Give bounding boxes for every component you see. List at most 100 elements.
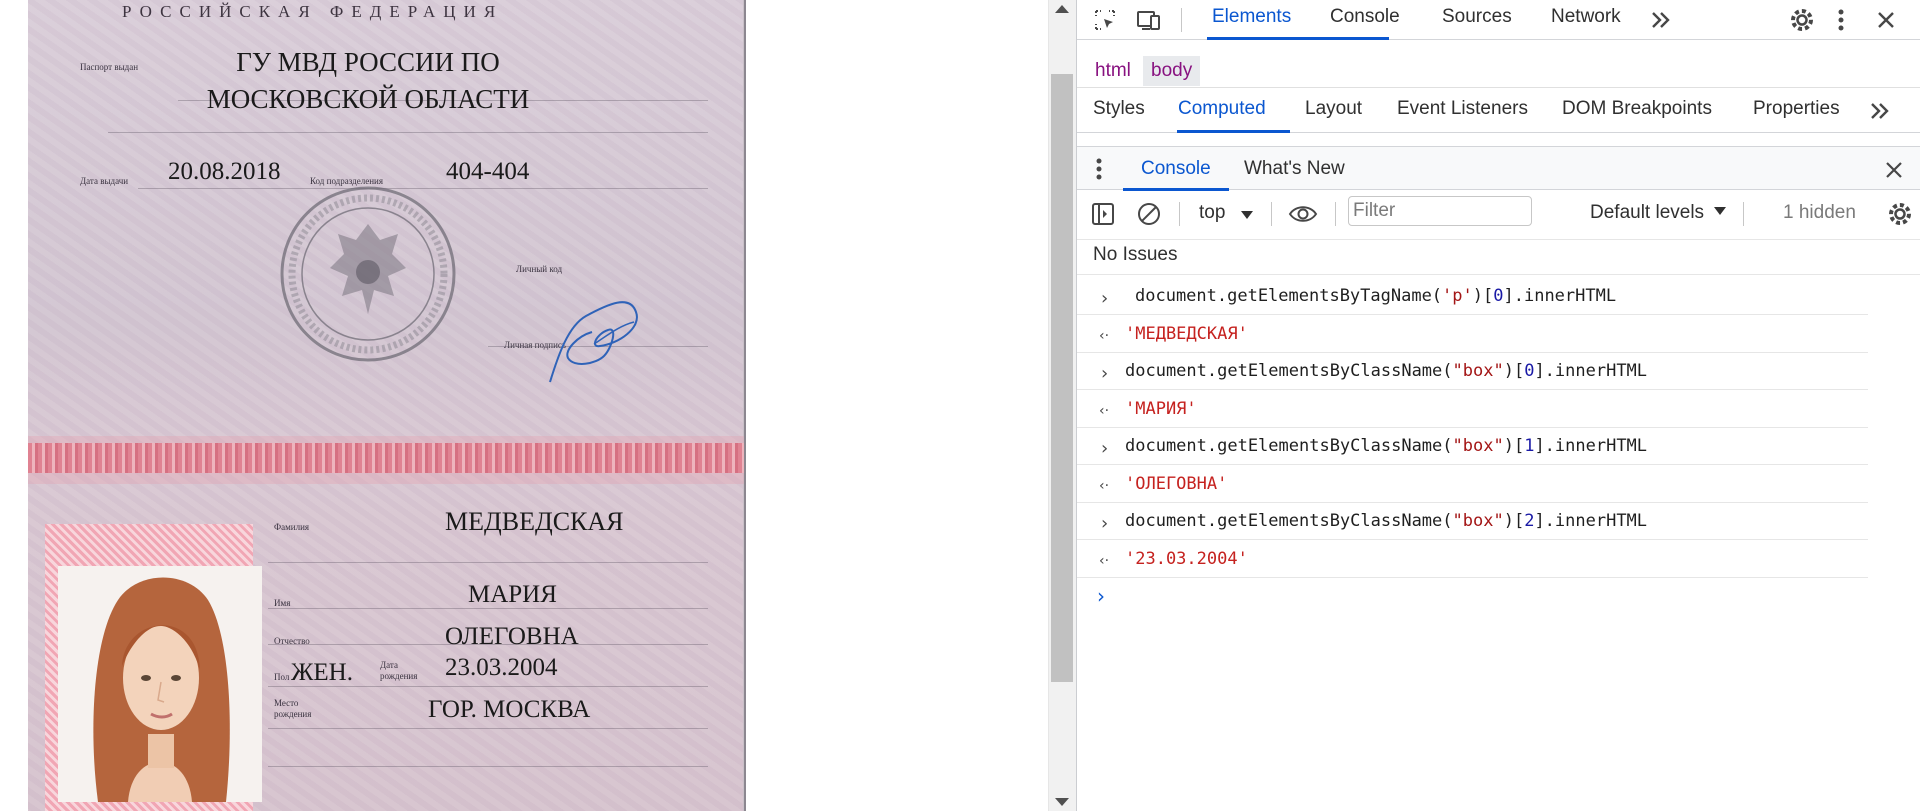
- more-sidebar-tabs-icon[interactable]: [1867, 98, 1893, 124]
- issuer-name: ГУ МВД РОССИИ ПО МОСКОВСКОЙ ОБЛАСТИ: [206, 47, 530, 114]
- breadcrumb-html[interactable]: html: [1087, 56, 1139, 86]
- dob-value: 23.03.2004: [445, 654, 558, 681]
- console-result-line[interactable]: ‹· 'ОЛЕГОВНА': [1077, 466, 1868, 503]
- tab-computed[interactable]: Computed: [1178, 98, 1266, 120]
- context-selector[interactable]: top: [1199, 202, 1225, 224]
- drawer-tab-whats-new[interactable]: What's New: [1244, 147, 1345, 191]
- console-result: '23.03.2004': [1125, 548, 1248, 569]
- console-result-line[interactable]: ‹· 'МЕДВЕДСКАЯ': [1077, 316, 1868, 353]
- toolbar-separator: [1743, 202, 1744, 226]
- sex-label: Пол: [274, 672, 290, 682]
- scrollbar-thumb[interactable]: [1051, 74, 1073, 682]
- issue-date: 20.08.2018: [168, 158, 281, 185]
- console-result: 'МЕДВЕДСКАЯ': [1125, 323, 1248, 344]
- tab-sources[interactable]: Sources: [1442, 0, 1512, 40]
- passport-header: РОССИЙСКАЯ ФЕДЕРАЦИЯ: [122, 2, 504, 21]
- eye-icon[interactable]: [1287, 200, 1319, 228]
- active-sidebar-tab-indicator: [1177, 130, 1290, 133]
- birthplace-label: Место рождения: [274, 698, 312, 719]
- hidden-count: 1 hidden: [1783, 202, 1856, 223]
- passport-scan: РОССИЙСКАЯ ФЕДЕРАЦИЯ Паспорт выдан ГУ МВ…: [28, 0, 746, 811]
- console-command: document.getElementsByTagName('p')[0].in…: [1135, 286, 1617, 306]
- breadcrumb: html body: [1077, 48, 1920, 88]
- dob-line: [268, 686, 708, 687]
- result-chevron-icon: ‹·: [1099, 552, 1110, 569]
- personal-code-label: Личный код: [516, 264, 563, 274]
- devtools-main-toolbar: Elements Console Sources Network: [1077, 0, 1920, 40]
- department-code: 404-404: [446, 158, 530, 185]
- log-levels-selector[interactable]: Default levels: [1590, 202, 1704, 224]
- console-settings-icon[interactable]: [1885, 199, 1915, 229]
- drawer-close-icon[interactable]: [1881, 157, 1907, 183]
- console-command: document.getElementsByClassName("box")[0…: [1125, 361, 1648, 381]
- device-toolbar-icon[interactable]: [1135, 6, 1163, 34]
- surname-value: МЕДВЕДСКАЯ: [445, 507, 624, 536]
- console-result-line[interactable]: ‹· '23.03.2004': [1077, 541, 1868, 578]
- input-chevron-icon: ›: [1101, 513, 1109, 534]
- official-stamp: [280, 186, 456, 362]
- result-chevron-icon: ‹·: [1099, 327, 1110, 344]
- surname-line: [268, 562, 708, 563]
- tab-layout[interactable]: Layout: [1305, 98, 1362, 120]
- console-command: document.getElementsByClassName("box")[2…: [1125, 511, 1648, 531]
- console-result: 'ОЛЕГОВНА': [1125, 473, 1228, 494]
- prompt-caret-icon[interactable]: ›: [1097, 584, 1105, 608]
- tab-network[interactable]: Network: [1551, 0, 1621, 40]
- page-viewport: РОССИЙСКАЯ ФЕДЕРАЦИЯ Паспорт выдан ГУ МВ…: [0, 0, 1048, 811]
- birthplace-value: ГОР. МОСКВА: [428, 696, 591, 723]
- toolbar-separator: [1271, 202, 1272, 226]
- tab-elements[interactable]: Elements: [1212, 0, 1291, 40]
- result-chevron-icon: ‹·: [1099, 477, 1110, 494]
- filter-input[interactable]: [1348, 196, 1532, 226]
- tab-properties[interactable]: Properties: [1753, 98, 1840, 120]
- tab-dom-breakpoints[interactable]: DOM Breakpoints: [1562, 98, 1712, 120]
- toolbar-separator: [1181, 8, 1182, 32]
- inspect-element-icon[interactable]: [1091, 6, 1119, 34]
- holder-photo: [58, 566, 262, 802]
- surname-label: Фамилия: [274, 522, 310, 532]
- tab-console[interactable]: Console: [1330, 0, 1400, 40]
- result-chevron-icon: ‹·: [1099, 402, 1110, 419]
- name-value: МАРИЯ: [468, 581, 557, 608]
- drawer-tab-console[interactable]: Console: [1141, 147, 1211, 191]
- console-toolbar: top Default levels 1 hidden: [1077, 190, 1920, 240]
- console-result-line[interactable]: ‹· 'МАРИЯ': [1077, 391, 1868, 428]
- tab-styles[interactable]: Styles: [1093, 98, 1145, 120]
- issue-date-label: Дата выдачи: [80, 176, 129, 186]
- issued-by-label: Паспорт выдан: [80, 62, 139, 72]
- console-result: 'МАРИЯ': [1125, 398, 1197, 419]
- sidebar-tabs: Styles Computed Layout Event Listeners D…: [1077, 88, 1920, 133]
- scroll-up-arrow-icon[interactable]: [1055, 5, 1069, 13]
- close-icon[interactable]: [1871, 5, 1901, 35]
- drawer-menu-icon[interactable]: [1087, 157, 1111, 181]
- clear-console-icon[interactable]: [1135, 200, 1163, 228]
- active-tab-indicator: [1207, 37, 1389, 40]
- console-input-line[interactable]: › document.getElementsByTagName('p')[0].i…: [1077, 278, 1868, 315]
- sidebar-toggle-icon[interactable]: [1089, 200, 1117, 228]
- more-tabs-icon[interactable]: [1647, 6, 1675, 34]
- input-chevron-icon: ›: [1101, 438, 1109, 459]
- dob-label: Дата рождения: [380, 660, 418, 681]
- console-command: document.getElementsByClassName("box")[1…: [1125, 436, 1648, 456]
- issues-status[interactable]: No Issues: [1093, 244, 1177, 266]
- scroll-down-arrow-icon[interactable]: [1055, 798, 1069, 806]
- page-scrollbar[interactable]: [1048, 0, 1077, 811]
- devtools-panel: Elements Console Sources Network html bo…: [1076, 0, 1920, 811]
- signature: [549, 301, 638, 383]
- dropdown-caret-icon[interactable]: [1241, 211, 1253, 219]
- console-input-line[interactable]: › document.getElementsByClassName("box")[…: [1077, 503, 1868, 540]
- console-input-line[interactable]: › document.getElementsByClassName("box")[…: [1077, 428, 1868, 465]
- issues-divider: [1077, 274, 1920, 275]
- toolbar-separator: [1335, 202, 1336, 226]
- birthplace-line: [268, 728, 708, 729]
- page-fold-stripe: [28, 443, 744, 473]
- tab-event-listeners[interactable]: Event Listeners: [1397, 98, 1528, 120]
- levels-caret-icon[interactable]: [1714, 207, 1726, 215]
- console-input-line[interactable]: › document.getElementsByClassName("box")[…: [1077, 353, 1868, 390]
- input-chevron-icon: ›: [1101, 363, 1109, 384]
- kebab-menu-icon[interactable]: [1829, 5, 1853, 35]
- sex-value: ЖЕН.: [291, 659, 353, 686]
- settings-icon[interactable]: [1787, 5, 1817, 35]
- patronymic-value: ОЛЕГОВНА: [445, 623, 579, 650]
- breadcrumb-body[interactable]: body: [1143, 56, 1201, 86]
